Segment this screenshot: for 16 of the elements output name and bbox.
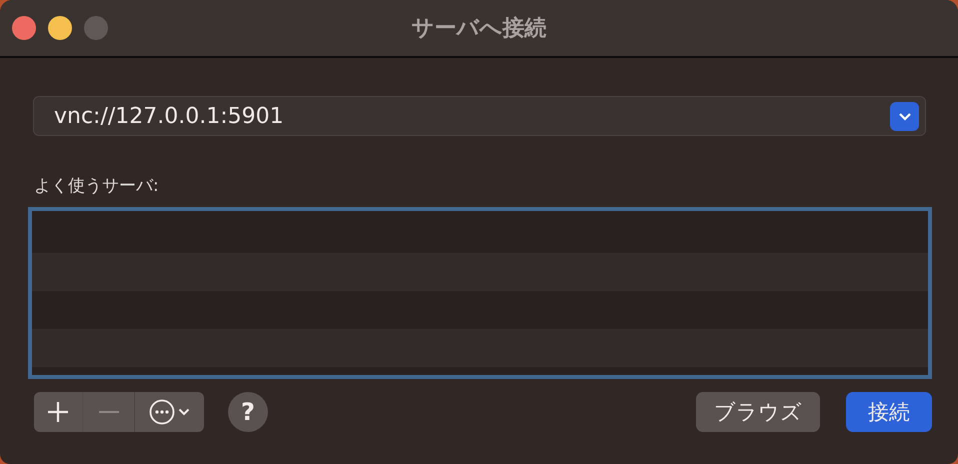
plus-icon bbox=[47, 401, 69, 423]
server-address-field[interactable]: vnc://127.0.0.1:5901 bbox=[54, 104, 890, 128]
connect-button[interactable]: 接続 bbox=[846, 392, 932, 432]
server-address-combo[interactable]: vnc://127.0.0.1:5901 bbox=[33, 96, 926, 136]
window-title: サーバへ接続 bbox=[412, 16, 546, 41]
dropdown-button[interactable] bbox=[890, 102, 919, 130]
favorites-list[interactable] bbox=[28, 207, 932, 379]
browse-button[interactable]: ブラウズ bbox=[696, 392, 820, 432]
favorites-label: よく使うサーバ: bbox=[34, 175, 159, 197]
caret-icon bbox=[178, 408, 190, 416]
more-icon bbox=[149, 399, 175, 425]
minimize-button[interactable] bbox=[48, 16, 72, 40]
minus-icon bbox=[98, 410, 120, 414]
help-button[interactable]: ? bbox=[228, 392, 268, 432]
close-button[interactable] bbox=[12, 16, 36, 40]
chevron-down-icon bbox=[898, 112, 912, 120]
